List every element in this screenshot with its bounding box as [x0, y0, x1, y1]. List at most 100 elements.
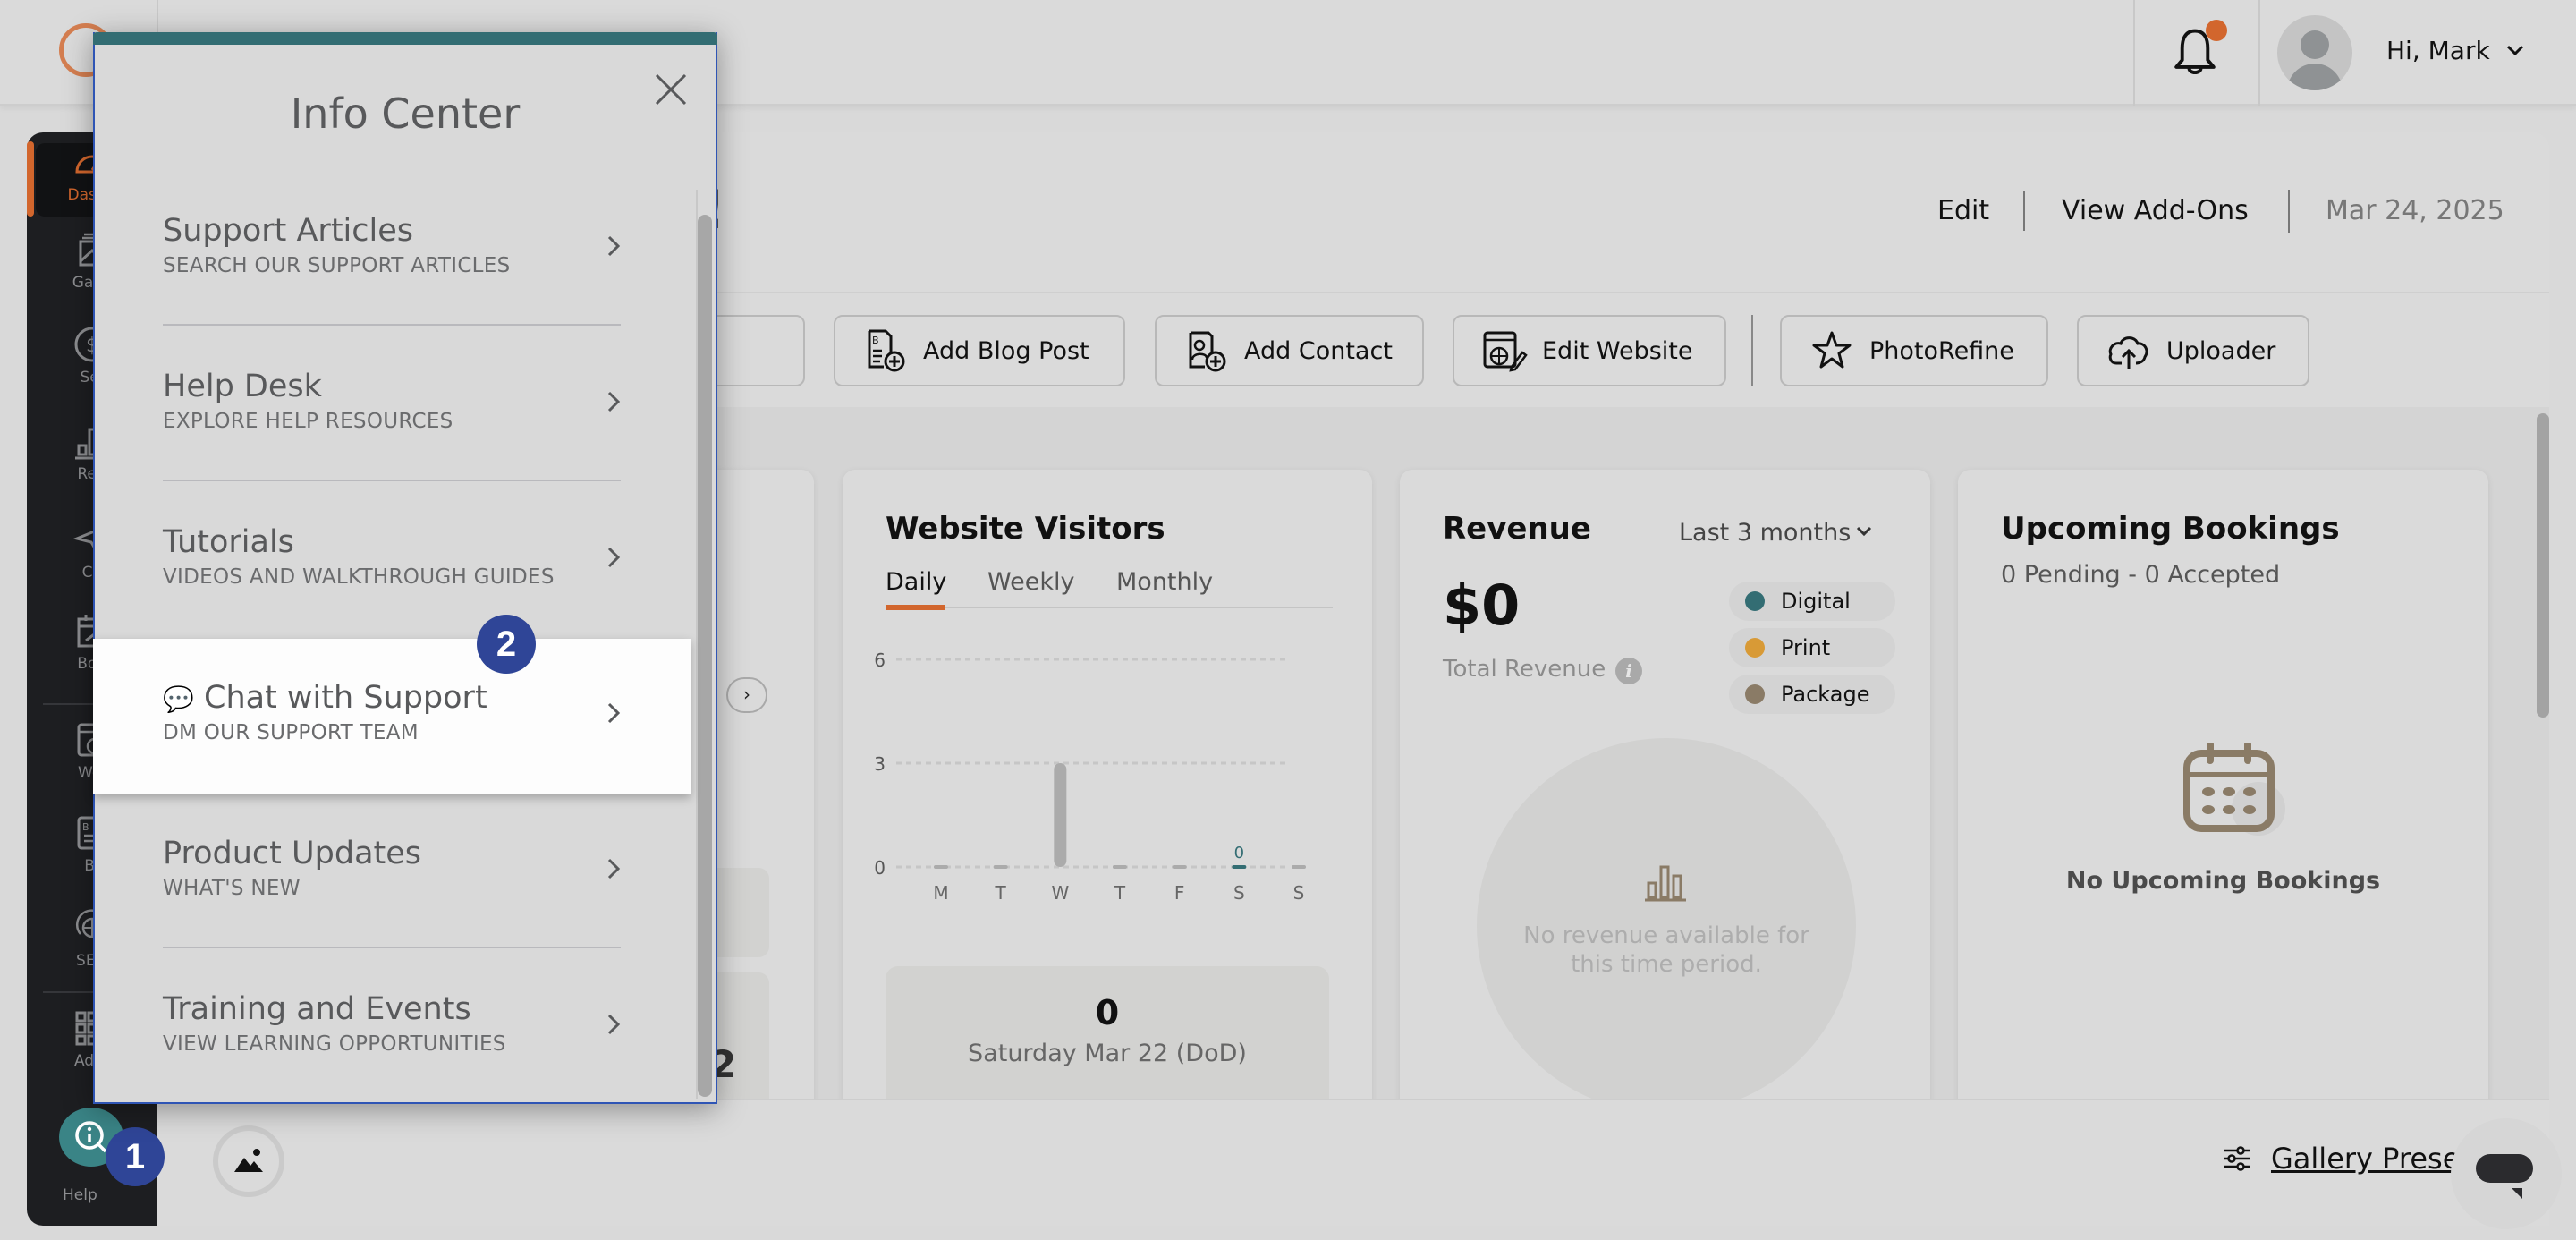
modal-scrollbar[interactable]: [698, 215, 712, 1097]
user-greeting[interactable]: Hi, Mark: [2386, 36, 2490, 65]
mountain-image-icon: [234, 1149, 263, 1172]
x-tick-label: T: [995, 882, 1007, 904]
legend-digital: Digital: [1729, 582, 1895, 621]
header-divider: [2258, 0, 2260, 106]
legend-dot: [1745, 684, 1765, 704]
photorefine-button[interactable]: PhotoRefine: [1780, 315, 2048, 386]
y-tick-label: 0: [874, 857, 886, 879]
y-tick-label: 3: [874, 753, 886, 775]
blog-add-icon: B: [868, 329, 905, 372]
legend-dot: [1745, 591, 1765, 611]
legend-label: Print: [1781, 635, 1831, 660]
bar: [1232, 865, 1247, 869]
info-item-help-desk[interactable]: Help Desk EXPLORE HELP RESOURCES: [93, 326, 691, 481]
chevron-right-icon: [607, 547, 621, 568]
x-tick-label: W: [1051, 882, 1069, 904]
tab-weekly[interactable]: Weekly: [987, 568, 1074, 596]
add-blog-post-label: Add Blog Post: [923, 336, 1089, 365]
info-item-training-events[interactable]: Training and Events VIEW LEARNING OPPORT…: [93, 950, 691, 1106]
bar: [1054, 763, 1067, 867]
chevron-down-icon[interactable]: [2504, 39, 2526, 61]
current-date: Mar 24, 2025: [2326, 195, 2504, 226]
info-item-support-articles[interactable]: Support Articles SEARCH OUR SUPPORT ARTI…: [93, 170, 691, 326]
chevron-right-icon: [607, 391, 621, 412]
bar: [1113, 865, 1127, 869]
chat-launcher-button[interactable]: [2451, 1118, 2562, 1229]
add-contact-button[interactable]: Add Contact: [1155, 315, 1424, 386]
website-visitors-card: Website Visitors Daily Weekly Monthly 0 3…: [843, 470, 1372, 1118]
item-subtitle: VIEW LEARNING OPPORTUNITIES: [163, 1032, 506, 1056]
svg-text:B: B: [82, 821, 89, 833]
quick-actions-divider: [1751, 315, 1753, 386]
chevron-right-icon: [607, 702, 621, 724]
link-divider: [2288, 190, 2290, 233]
photorefine-label: PhotoRefine: [1869, 336, 2014, 365]
bar-chart-icon: [1645, 865, 1686, 902]
item-title: Support Articles: [163, 213, 413, 249]
close-icon[interactable]: [653, 72, 689, 107]
image-tool-button[interactable]: [213, 1125, 284, 1197]
chevron-right-icon: [607, 858, 621, 879]
item-subtitle: VIDEOS AND WALKTHROUGH GUIDES: [163, 565, 555, 589]
speech-bubble-icon: 💬: [163, 684, 194, 714]
bar: [1172, 865, 1187, 869]
info-icon[interactable]: i: [1615, 658, 1642, 684]
item-subtitle: SEARCH OUR SUPPORT ARTICLES: [163, 254, 511, 277]
tab-monthly[interactable]: Monthly: [1116, 568, 1213, 596]
card-title: Upcoming Bookings: [2001, 511, 2340, 547]
revenue-range-select[interactable]: Last 3 months: [1679, 519, 1851, 547]
edit-link[interactable]: Edit: [1937, 195, 1989, 226]
gallery-presets-label: Gallery Prese: [2271, 1142, 2461, 1176]
legend-label: Digital: [1781, 589, 1851, 614]
item-subtitle: EXPLORE HELP RESOURCES: [163, 410, 453, 433]
svg-text:B: B: [872, 335, 879, 346]
visitors-bar-chart: 0 3 6 M T W T F 0 S S: [874, 650, 1306, 904]
revenue-label: Total Revenue: [1443, 656, 1606, 683]
visitor-summary: 0 Saturday Mar 22 (DoD): [886, 966, 1329, 1118]
annotation-badge-2: 2: [477, 615, 536, 674]
view-addons-link[interactable]: View Add-Ons: [2062, 195, 2249, 226]
notification-badge: [2206, 20, 2227, 41]
bar: [993, 865, 1008, 869]
contact-add-icon: [1189, 331, 1226, 372]
card-title: Revenue: [1443, 511, 1591, 547]
bottom-bar: [157, 1099, 2549, 1226]
item-title: Tutorials: [163, 524, 294, 560]
website-edit-icon: [1483, 331, 1528, 372]
item-title: Help Desk: [163, 369, 322, 404]
upcoming-bookings-card: Upcoming Bookings 0 Pending - 0 Accepted…: [1958, 470, 2488, 1114]
chevron-right-icon: [607, 1014, 621, 1035]
chevron-right-icon: [607, 235, 621, 257]
x-tick-label: S: [1233, 882, 1245, 904]
visitor-date: Saturday Mar 22 (DoD): [968, 1040, 1247, 1067]
uploader-label: Uploader: [2166, 336, 2276, 365]
card-title: Website Visitors: [886, 511, 1165, 547]
visitor-total: 0: [1095, 993, 1120, 1032]
x-tick-label: F: [1174, 882, 1185, 904]
next-arrow-button[interactable]: ›: [726, 677, 767, 713]
uploader-button[interactable]: Uploader: [2077, 315, 2309, 386]
gallery-presets-link[interactable]: Gallery Prese: [2223, 1142, 2460, 1176]
modal-title: Info Center: [290, 89, 521, 138]
legend-print: Print: [1729, 628, 1895, 667]
item-subtitle: WHAT'S NEW: [163, 877, 301, 900]
revenue-card: Revenue Last 3 months $0 Total Revenue i…: [1400, 470, 1930, 1114]
item-title-text: Chat with Support: [204, 680, 487, 716]
link-divider: [2023, 191, 2025, 231]
data-label: 0: [1234, 844, 1244, 862]
edit-website-button[interactable]: Edit Website: [1453, 315, 1726, 386]
sliders-icon: [2224, 1146, 2250, 1171]
modal-accent-bar: [93, 32, 717, 45]
info-item-tutorials[interactable]: Tutorials VIDEOS AND WALKTHROUGH GUIDES: [93, 481, 691, 637]
legend-dot: [1745, 638, 1765, 658]
user-avatar[interactable]: [2277, 15, 2352, 90]
page-scrollbar[interactable]: [2537, 413, 2549, 718]
bookings-empty-text: No Upcoming Bookings: [2065, 867, 2381, 895]
add-blog-post-button[interactable]: B Add Blog Post: [834, 315, 1125, 386]
info-item-chat-with-support[interactable]: 💬 Chat with Support DM OUR SUPPORT TEAM: [93, 639, 691, 794]
x-tick-label: M: [933, 882, 948, 904]
info-item-product-updates[interactable]: Product Updates WHAT'S NEW: [93, 794, 691, 950]
chevron-down-icon[interactable]: [1854, 522, 1874, 541]
add-contact-label: Add Contact: [1244, 336, 1393, 365]
tab-daily[interactable]: Daily: [886, 568, 946, 596]
